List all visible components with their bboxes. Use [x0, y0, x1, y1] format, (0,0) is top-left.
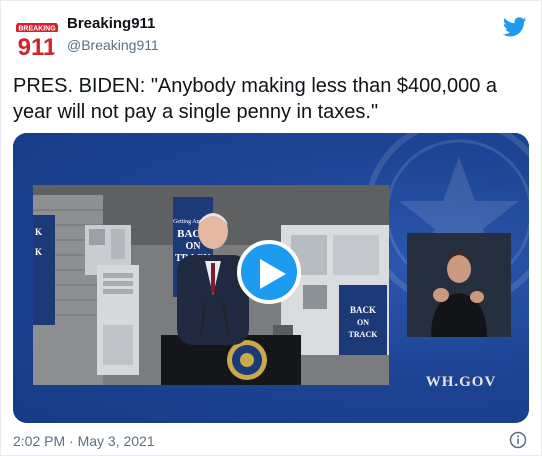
banner-line-2: ON	[186, 241, 202, 252]
tweet-text: PRES. BIDEN: "Anybody making less than $…	[13, 75, 498, 123]
video-frame: K K Getting America BACK ON TRACK	[33, 185, 389, 385]
author-name[interactable]: Breaking911	[67, 15, 155, 32]
tweet-timestamp[interactable]: 2:02 PM · May 3, 2021	[13, 433, 155, 449]
video-scene: K K Getting America BACK ON TRACK	[33, 185, 389, 385]
svg-text:TRACK: TRACK	[349, 330, 379, 339]
wh-gov-watermark: WH.GOV	[425, 374, 497, 390]
svg-text:BACK: BACK	[350, 305, 376, 315]
svg-text:K: K	[35, 247, 42, 257]
interpreter-inset	[407, 233, 511, 337]
play-icon	[260, 259, 286, 289]
video-media[interactable]: K K Getting America BACK ON TRACK	[13, 133, 529, 423]
breaking911-logo: BREAKING 911	[13, 13, 61, 61]
svg-text:BREAKING: BREAKING	[18, 25, 56, 32]
play-button[interactable]	[237, 240, 301, 304]
twitter-bird-icon[interactable]	[503, 15, 527, 39]
interpreter-scene	[407, 233, 511, 337]
tweet-card[interactable]: BREAKING 911 Breaking911 @Breaking911 PR…	[0, 0, 542, 456]
author-handle[interactable]: @Breaking911	[67, 37, 159, 53]
svg-text:ON: ON	[357, 318, 369, 327]
avatar[interactable]: BREAKING 911	[13, 13, 61, 61]
info-icon[interactable]	[509, 431, 527, 449]
svg-text:911: 911	[18, 34, 57, 61]
svg-text:K: K	[35, 227, 42, 237]
